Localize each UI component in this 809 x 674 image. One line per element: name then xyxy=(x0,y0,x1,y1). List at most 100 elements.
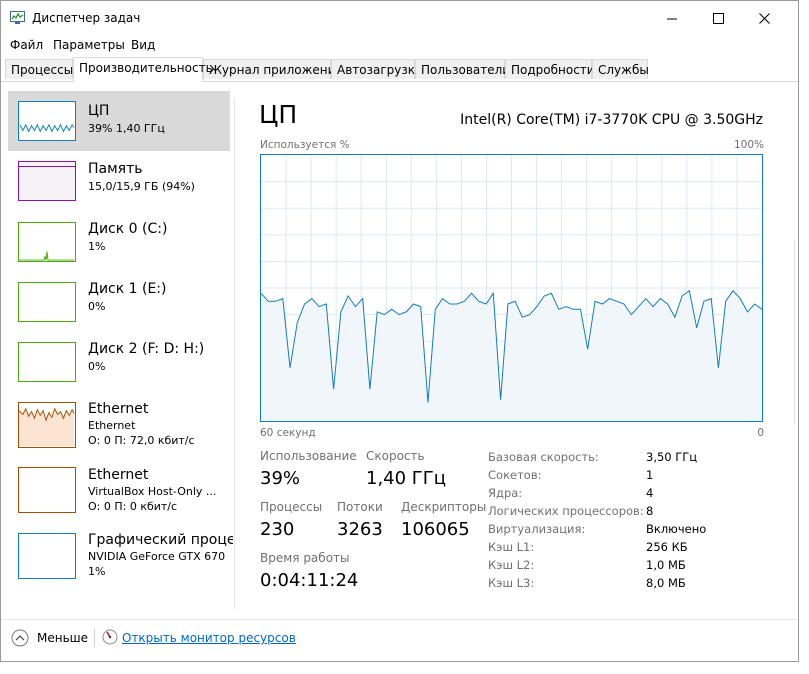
cpu-usage-graph xyxy=(260,154,763,422)
processes-value: 230 xyxy=(260,519,295,540)
maximize-icon xyxy=(712,12,724,24)
memory-thumbnail-graph xyxy=(18,161,76,201)
prop-value: 4 xyxy=(646,486,654,500)
sidebar-item-label: Ethernet xyxy=(88,467,149,483)
sidebar-item-usage: 1% xyxy=(88,565,106,578)
resource-sidebar: ЦП 39% 1,40 ГГц Память 15,0/15,9 ГБ (94%… xyxy=(3,88,233,608)
sidebar-item-gpu[interactable]: Графический процессор 0 NVIDIA GeForce G… xyxy=(8,525,233,583)
graph-y-label: Используется % xyxy=(260,139,350,151)
menu-view[interactable]: Вид xyxy=(131,38,155,52)
sidebar-item-throughput: О: 0 П: 0 кбит/с xyxy=(88,500,178,513)
close-button[interactable] xyxy=(741,1,787,35)
handles-label: Дескрипторы xyxy=(401,500,487,514)
threads-value: 3263 xyxy=(337,519,383,540)
sidebar-item-detail: 1% xyxy=(88,240,106,253)
speed-label: Скорость xyxy=(366,449,425,463)
prop-value: 8 xyxy=(646,504,654,518)
title-bar[interactable]: Диспетчер задач xyxy=(1,1,798,35)
menu-bar: Файл Параметры Вид xyxy=(1,35,798,55)
ethernet-vbox-thumbnail-graph xyxy=(18,467,76,513)
prop-value: 8,0 МБ xyxy=(646,576,686,590)
sidebar-item-disk-0[interactable]: Диск 0 (C:) 1% xyxy=(8,214,230,272)
prop-value: 1,0 МБ xyxy=(646,558,686,572)
sidebar-item-label: Ethernet xyxy=(88,401,149,417)
minimize-button[interactable] xyxy=(649,1,695,35)
utilization-label: Использование xyxy=(260,449,357,463)
tab-processes[interactable]: Процессы xyxy=(5,59,73,79)
menu-file[interactable]: Файл xyxy=(10,38,43,52)
maximize-button[interactable] xyxy=(695,1,741,35)
speed-value: 1,40 ГГц xyxy=(366,468,447,489)
threads-label: Потоки xyxy=(337,500,383,514)
chevron-up-icon[interactable] xyxy=(11,629,29,647)
sidebar-item-disk-2[interactable]: Диск 2 (F: D: H:) 0% xyxy=(8,334,230,392)
sidebar-item-label: Память xyxy=(88,161,143,177)
gpu-thumbnail-graph xyxy=(18,533,76,579)
page-title: ЦП xyxy=(259,100,298,129)
sidebar-item-detail: 0% xyxy=(88,300,106,313)
open-resource-monitor-link[interactable]: Открыть монитор ресурсов xyxy=(122,631,296,645)
sidebar-item-detail: Ethernet xyxy=(88,419,136,432)
prop-label: Базовая скорость: xyxy=(488,450,599,464)
footer-bar: Меньше Открыть монитор ресурсов xyxy=(1,619,798,656)
sidebar-item-ethernet[interactable]: Ethernet Ethernet О: 0 П: 72,0 кбит/с xyxy=(8,394,230,452)
sidebar-item-label: Графический процессор 0 xyxy=(88,532,233,548)
window-title: Диспетчер задач xyxy=(32,11,141,25)
cpu-detail-panel: ЦП Intel(R) Core(TM) i7-3770K CPU @ 3.50… xyxy=(235,88,795,608)
prop-value: 1 xyxy=(646,468,654,482)
sidebar-item-label: Диск 1 (E:) xyxy=(88,281,167,297)
tab-details[interactable]: Подробности xyxy=(505,59,595,79)
prop-label: Логических процессоров: xyxy=(488,504,644,518)
cpu-thumbnail-graph xyxy=(18,101,76,141)
tab-strip: Процессы Производительность Журнал прило… xyxy=(1,57,798,82)
prop-label: Кэш L3: xyxy=(488,576,535,590)
prop-value: 256 КБ xyxy=(646,540,688,554)
uptime-value: 0:04:11:24 xyxy=(260,570,359,591)
footer-separator xyxy=(94,629,95,647)
prop-value: Включено xyxy=(646,522,707,536)
prop-label: Сокетов: xyxy=(488,468,542,482)
utilization-value: 39% xyxy=(260,468,301,489)
sidebar-item-detail: VirtualBox Host-Only ... xyxy=(88,485,217,498)
fewer-details-button[interactable]: Меньше xyxy=(37,631,88,645)
close-icon xyxy=(758,12,770,24)
sidebar-item-detail: 0% xyxy=(88,360,106,373)
right-edge-scrollbar[interactable] xyxy=(794,239,799,424)
tab-performance[interactable]: Производительность xyxy=(73,57,213,82)
graph-x-left-label: 60 секунд xyxy=(260,427,316,439)
prop-label: Кэш L2: xyxy=(488,558,535,572)
resource-monitor-icon xyxy=(102,629,118,645)
sidebar-item-throughput: О: 0 П: 72,0 кбит/с xyxy=(88,434,195,447)
sidebar-item-detail: NVIDIA GeForce GTX 670 xyxy=(88,550,226,563)
uptime-label: Время работы xyxy=(260,551,350,565)
sidebar-item-disk-1[interactable]: Диск 1 (E:) 0% xyxy=(8,274,230,332)
tab-app-history[interactable]: Журнал приложений xyxy=(203,59,343,79)
sidebar-item-detail: 15,0/15,9 ГБ (94%) xyxy=(88,180,195,193)
disk1-thumbnail-graph xyxy=(18,282,76,322)
sidebar-item-ethernet-virtualbox[interactable]: Ethernet VirtualBox Host-Only ... О: 0 П… xyxy=(8,460,230,518)
minimize-icon xyxy=(666,18,677,19)
sidebar-item-detail: 39% 1,40 ГГц xyxy=(88,122,165,135)
disk2-thumbnail-graph xyxy=(18,342,76,382)
menu-options[interactable]: Параметры xyxy=(53,38,125,52)
graph-x-right-label: 0 xyxy=(757,427,764,439)
sidebar-item-label: ЦП xyxy=(88,103,110,119)
prop-value: 3,50 ГГц xyxy=(646,450,698,464)
tab-users[interactable]: Пользователи xyxy=(415,59,510,79)
graph-y-max-label: 100% xyxy=(733,139,764,151)
handles-value: 106065 xyxy=(401,519,470,540)
ethernet-thumbnail-graph xyxy=(18,402,76,448)
disk0-thumbnail-graph xyxy=(18,222,76,262)
sidebar-item-label: Диск 2 (F: D: H:) xyxy=(88,341,205,357)
sidebar-item-memory[interactable]: Память 15,0/15,9 ГБ (94%) xyxy=(8,154,230,212)
tab-startup[interactable]: Автозагрузка xyxy=(331,59,422,79)
cpu-model-name: Intel(R) Core(TM) i7-3770K CPU @ 3.50GHz xyxy=(460,112,763,128)
task-manager-app-icon xyxy=(10,11,25,24)
tab-services[interactable]: Службы xyxy=(592,59,649,79)
prop-label: Виртуализация: xyxy=(488,522,586,536)
prop-label: Ядра: xyxy=(488,486,523,500)
processes-label: Процессы xyxy=(260,500,323,514)
prop-label: Кэш L1: xyxy=(488,540,535,554)
sidebar-item-label: Диск 0 (C:) xyxy=(88,221,168,237)
sidebar-item-cpu[interactable]: ЦП 39% 1,40 ГГц xyxy=(8,91,230,151)
